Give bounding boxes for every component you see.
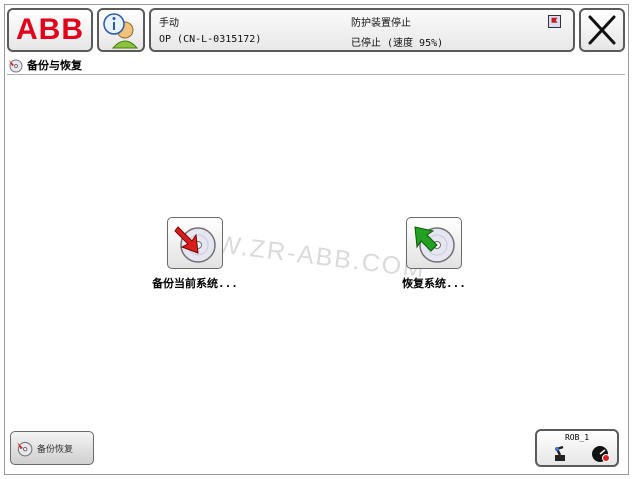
- backup-restore-icon: [9, 59, 23, 72]
- close-icon: [588, 15, 616, 45]
- backup-system-button[interactable]: [167, 217, 223, 269]
- robot-icon: [555, 445, 565, 461]
- speed-icon: [592, 446, 610, 462]
- run-state: 已停止 (速度 95%): [351, 38, 444, 49]
- close-button[interactable]: [579, 8, 625, 52]
- backup-system-action[interactable]: 备份当前系统...: [125, 217, 265, 291]
- page-header: 备份与恢复: [7, 55, 625, 75]
- abb-logo: ABB: [16, 13, 84, 46]
- taskbar-label: 备份恢复: [37, 444, 74, 455]
- top-bar: ABB 手动 OP (CN-L-0315172) 防护装置停止 已停止 (速度 …: [7, 8, 625, 55]
- abb-menu-button[interactable]: ABB: [7, 8, 93, 52]
- taskbar-backup-restore[interactable]: 备份恢复: [10, 431, 94, 465]
- restore-system-button[interactable]: [406, 217, 462, 269]
- page-title: 备份与恢复: [27, 58, 82, 72]
- backup-icon: [174, 226, 216, 263]
- safety-state: 防护装置停止: [351, 18, 411, 29]
- restore-system-label: 恢复系统...: [402, 277, 466, 290]
- status-bar[interactable]: 手动 OP (CN-L-0315172) 防护装置停止 已停止 (速度 95%): [149, 8, 575, 52]
- backup-system-label: 备份当前系统...: [152, 277, 238, 290]
- status-flag-icon: [548, 15, 561, 28]
- user-button[interactable]: [97, 8, 145, 52]
- backup-restore-icon: [17, 441, 33, 457]
- robot-name: ROB_1: [564, 433, 590, 442]
- operating-mode: 手动: [159, 18, 179, 29]
- controller-name: OP (CN-L-0315172): [159, 34, 262, 45]
- restore-icon: [414, 226, 455, 263]
- restore-system-action[interactable]: 恢复系统...: [364, 217, 504, 291]
- quickset-robot-button[interactable]: ROB_1: [535, 429, 619, 467]
- user-icon: [103, 13, 139, 49]
